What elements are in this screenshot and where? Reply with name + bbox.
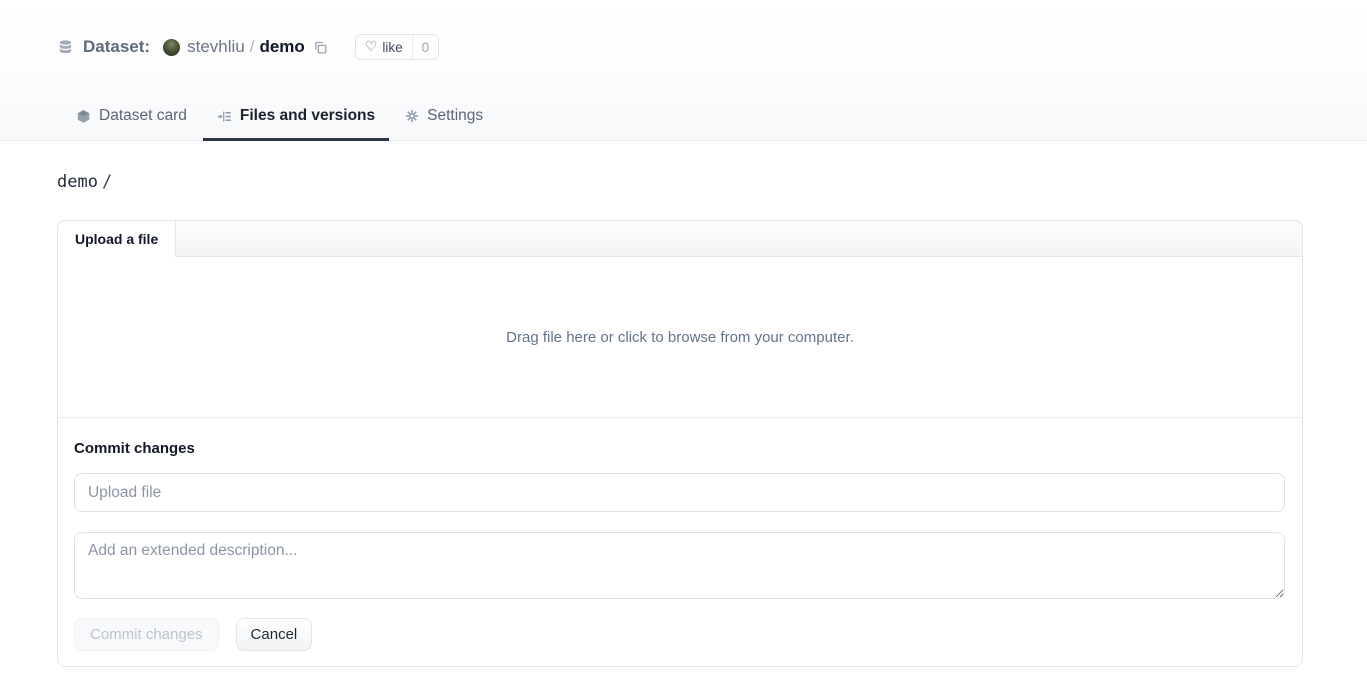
like-label: like: [382, 40, 402, 55]
breadcrumb-separator: /: [102, 172, 112, 192]
like-count[interactable]: 0: [412, 35, 439, 59]
like-button-main[interactable]: ♡ like: [356, 35, 412, 59]
like-button[interactable]: ♡ like 0: [355, 34, 439, 60]
breadcrumb: demo /: [57, 172, 1310, 192]
repo-separator: /: [250, 37, 255, 57]
gear-icon: [405, 109, 419, 123]
repo-type-label: Dataset:: [83, 37, 150, 57]
tab-label: Files and versions: [240, 107, 375, 125]
breadcrumb-repo-link[interactable]: demo: [57, 172, 98, 192]
tab-upload-a-file[interactable]: Upload a file: [58, 221, 176, 257]
tab-settings[interactable]: Settings: [391, 107, 497, 141]
cancel-button[interactable]: Cancel: [236, 618, 313, 651]
heart-icon: ♡: [365, 39, 378, 53]
dropzone-hint-text: Drag file here or click to browse from y…: [506, 329, 854, 346]
commit-button-row: Commit changes Cancel: [74, 618, 1285, 651]
copy-icon[interactable]: [313, 40, 328, 55]
tab-label: Dataset card: [99, 107, 187, 125]
database-icon: [57, 39, 74, 56]
commit-description-textarea[interactable]: [74, 532, 1285, 599]
avatar[interactable]: [163, 39, 180, 56]
commit-changes-button[interactable]: Commit changes: [74, 618, 219, 651]
repo-tabs: Dataset card Files and versions: [62, 107, 497, 141]
tab-label: Settings: [427, 107, 483, 125]
upload-card: Upload a file Drag file here or click to…: [57, 220, 1303, 667]
repo-owner-link[interactable]: stevhliu: [187, 37, 245, 57]
page: Dataset: stevhliu / demo ♡ like 0: [0, 0, 1367, 698]
tabstrip-filler: [176, 221, 1302, 256]
repo-name-link[interactable]: demo: [259, 37, 304, 57]
repo-title-line: Dataset: stevhliu / demo ♡ like 0: [57, 33, 1310, 61]
main-content: demo / Upload a file Drag file here or c…: [0, 172, 1367, 667]
tab-dataset-card[interactable]: Dataset card: [62, 107, 201, 141]
repo-header: Dataset: stevhliu / demo ♡ like 0: [0, 0, 1367, 141]
cube-icon: [76, 109, 91, 124]
file-dropzone[interactable]: Drag file here or click to browse from y…: [58, 257, 1302, 417]
files-versions-icon: [217, 109, 232, 124]
commit-section: Commit changes Commit changes Cancel: [58, 417, 1302, 666]
tab-files-and-versions[interactable]: Files and versions: [203, 107, 389, 141]
commit-heading: Commit changes: [74, 440, 1285, 457]
upload-card-tabstrip: Upload a file: [58, 221, 1302, 257]
commit-summary-input[interactable]: [74, 473, 1285, 512]
